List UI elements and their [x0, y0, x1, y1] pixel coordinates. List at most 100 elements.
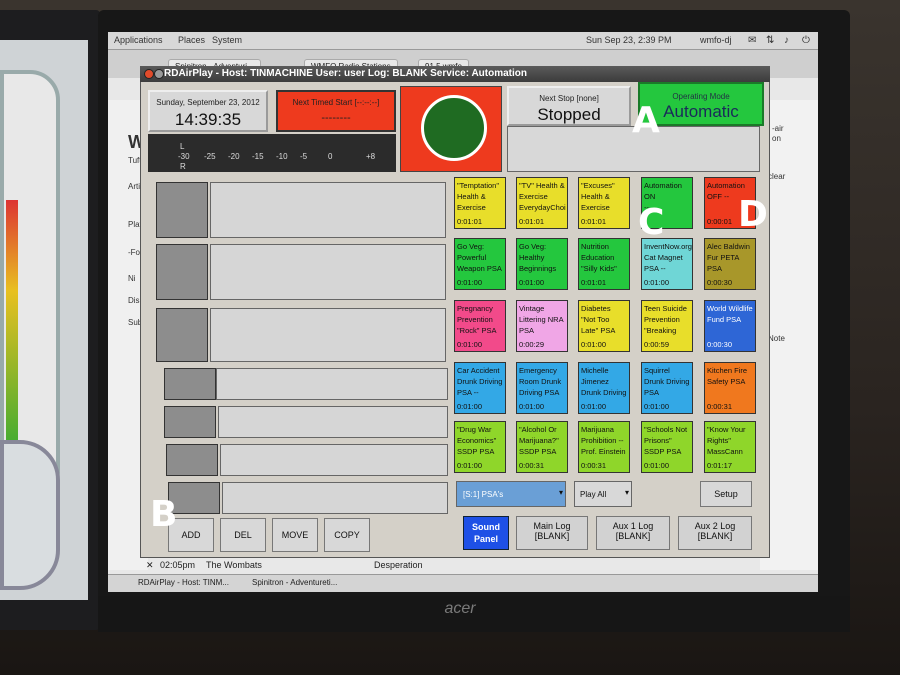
sound-cart[interactable]: Go Veg: Healthy Beginnings 0:01:00	[516, 238, 568, 290]
sound-cart[interactable]: Go Veg: Powerful Weapon PSA 0:01:00	[454, 238, 506, 290]
cart-title-line: Economics"	[457, 436, 497, 445]
sound-cart[interactable]: Nutrition Education "Silly Kids" 0:01:01	[578, 238, 630, 290]
sound-cart[interactable]: Emergency Room Drunk Driving PSA 0:01:00	[516, 362, 568, 414]
sound-cart[interactable]: "Excuses" Health & Exercise 0:01:01	[578, 177, 630, 229]
audio-meter: L R -30 -25 -20 -15 -10 -5 0 +8	[148, 134, 396, 172]
cart-title-line: Emergency	[519, 366, 557, 375]
play-mode-value: Play All	[580, 490, 607, 499]
close-window-icon[interactable]	[144, 69, 154, 79]
sound-cart[interactable]: Car Accident Drunk Driving PSA -- 0:01:00	[454, 362, 506, 414]
clock-panel[interactable]: Sunday, September 23, 2012 14:39:35	[148, 90, 268, 132]
slot-start-button[interactable]	[166, 444, 218, 476]
next-stop: Next Stop [none] Stopped	[507, 86, 631, 126]
cart-length: 0:01:00	[457, 278, 483, 287]
web-fragment: Ni	[128, 274, 136, 283]
cart-title-line: PSA	[519, 326, 535, 335]
window-title: RDAirPlay - Host: TINMACHINE User: user …	[164, 68, 527, 79]
panel-select[interactable]: [S:1] PSA's ▾	[456, 481, 566, 507]
mail-icon[interactable]: ✉	[748, 35, 756, 46]
del-button[interactable]: DEL	[220, 518, 266, 552]
cart-title-line: PSA --	[457, 388, 479, 397]
system-datetime[interactable]: Sun Sep 23, 2:39 PM	[586, 35, 672, 45]
sound-cart[interactable]: "Schools Not Prisons" SSDP PSA 0:01:00	[641, 421, 693, 473]
slot-info[interactable]	[220, 444, 448, 476]
cart-title-line: Teen Suicide	[644, 304, 687, 313]
slot-start-button[interactable]	[156, 244, 208, 300]
cart-title-line: Drunk Driving	[581, 388, 627, 397]
countdown-circle	[421, 95, 487, 161]
sound-cart[interactable]: Michelle Jimenez Drunk Driving 0:01:00	[578, 362, 630, 414]
sound-cart[interactable]: "Temptation" Health & Exercise 0:01:01	[454, 177, 506, 229]
taskbar: RDAirPlay - Host: TINM... Spinitron - Ad…	[108, 574, 818, 592]
menu-places[interactable]: Places	[178, 35, 205, 45]
slot-info[interactable]	[222, 482, 448, 514]
sound-cart[interactable]: Teen Suicide Prevention "Breaking 0:00:59	[641, 300, 693, 352]
cart-title-line: Drunk Driving	[457, 377, 503, 386]
slot-info[interactable]	[218, 406, 448, 438]
cart-title-line: Driving PSA	[519, 388, 560, 397]
minimize-window-icon[interactable]	[154, 69, 164, 79]
sound-cart[interactable]: "Alcohol Or Marijuana?" SSDP PSA 0:00:31	[516, 421, 568, 473]
sound-cart[interactable]: Diabetes "Not Too Late" PSA 0:01:00	[578, 300, 630, 352]
sound-cart[interactable]: "Know Your Rights" MassCann 0:01:17	[704, 421, 756, 473]
cart-length: 0:01:00	[644, 402, 670, 411]
power-icon[interactable]: ⏻	[802, 35, 810, 46]
copy-button[interactable]: COPY	[324, 518, 370, 552]
cart-title-line: Safety PSA	[707, 377, 746, 386]
sound-cart[interactable]: World Wildlife Fund PSA 0:00:30	[704, 300, 756, 352]
network-icon[interactable]: ⇅	[766, 35, 774, 46]
play-mode-select[interactable]: Play All ▾	[574, 481, 632, 507]
aux2-log-button[interactable]: Aux 2 Log [BLANK]	[678, 516, 752, 550]
panel-select-value: [S:1] PSA's	[463, 490, 504, 499]
cart-length: 0:00:01	[707, 217, 733, 226]
slot-start-button[interactable]	[156, 182, 208, 238]
slot-start-button[interactable]	[164, 368, 216, 400]
pie-countdown	[400, 86, 502, 172]
cart-title-line: Prevention	[457, 315, 493, 324]
cart-title-line: EverydayChoi	[519, 203, 566, 212]
sound-panel-label: Sound Panel	[472, 522, 500, 544]
cart-title-line: MassCann	[707, 447, 743, 456]
menu-applications[interactable]: Applications	[114, 35, 163, 45]
sound-cart[interactable]: Alec Baldwin Fur PETA PSA 0:00:30	[704, 238, 756, 290]
meter-tick: +8	[366, 152, 376, 161]
setup-button[interactable]: Setup	[700, 481, 752, 507]
main-log-button[interactable]: Main Log [BLANK]	[516, 516, 588, 550]
cart-title-line: Late" PSA	[581, 326, 616, 335]
slot-start-button[interactable]	[156, 308, 208, 362]
web-fragment[interactable]: clear	[768, 172, 785, 181]
move-button[interactable]: MOVE	[272, 518, 318, 552]
sound-cart[interactable]: Marijuana Prohibition -- Prof. Einstein 0:0…	[578, 421, 630, 473]
sound-cart[interactable]: Squirrel Drunk Driving PSA 0:01:00	[641, 362, 693, 414]
menu-system[interactable]: System	[212, 35, 242, 45]
cart-title-line: Marijuana?"	[519, 436, 559, 445]
slot-start-button[interactable]	[164, 406, 216, 438]
annotation-c: C	[638, 202, 665, 243]
cart-title-line: Prisons"	[644, 436, 672, 445]
slot-info[interactable]	[210, 308, 446, 362]
cart-title-line: Healthy	[519, 253, 545, 262]
taskbar-item[interactable]: Spinitron - Adventureti...	[248, 578, 341, 587]
slot-info[interactable]	[210, 244, 446, 300]
aux1-log-button[interactable]: Aux 1 Log [BLANK]	[596, 516, 670, 550]
cart-title-line: Michelle	[581, 366, 609, 375]
taskbar-item[interactable]: RDAirPlay - Host: TINM...	[134, 578, 233, 587]
sound-cart[interactable]: Pregnancy Prevention "Rock" PSA 0:01:00	[454, 300, 506, 352]
volume-icon[interactable]: ♪	[784, 35, 789, 46]
cart-title-line: "Silly Kids"	[581, 264, 617, 273]
sound-cart[interactable]: "TV" Health & Exercise EverydayChoi 0:01:01	[516, 177, 568, 229]
cart-title-line: "Rock" PSA	[457, 326, 497, 335]
cart-title-line: Nutrition	[581, 242, 609, 251]
sound-cart[interactable]: InventNow.org Cat Magnet PSA -- 0:01:00	[641, 238, 693, 290]
clock-date: Sunday, September 23, 2012	[156, 98, 260, 107]
next-timed-start-value: --------	[321, 112, 351, 124]
sound-cart[interactable]: Kitchen Fire Safety PSA 0:00:31	[704, 362, 756, 414]
cart-title-line: Fur PETA	[707, 253, 740, 262]
sound-panel-button[interactable]: Sound Panel	[463, 516, 509, 550]
slot-info[interactable]	[216, 368, 448, 400]
sound-cart[interactable]: Vintage Littering NRA PSA 0:00:29	[516, 300, 568, 352]
delete-icon[interactable]: ✕	[146, 560, 154, 571]
sound-cart[interactable]: "Drug War Economics" SSDP PSA 0:01:00	[454, 421, 506, 473]
slot-info[interactable]	[210, 182, 446, 238]
system-user[interactable]: wmfo-dj	[700, 35, 732, 45]
